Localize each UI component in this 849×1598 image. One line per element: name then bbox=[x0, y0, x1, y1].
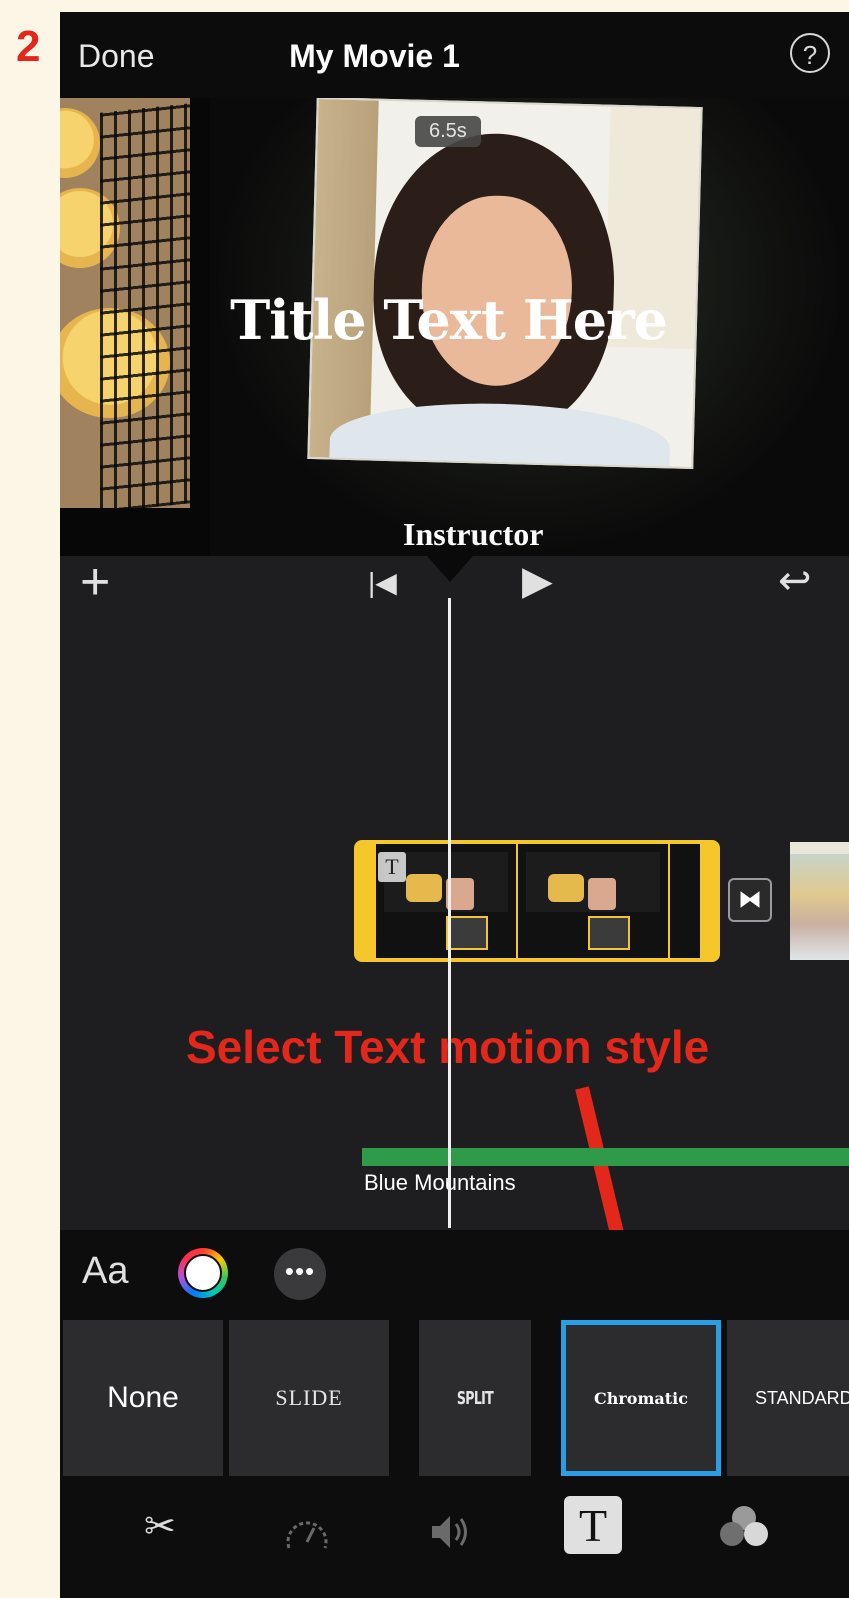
title-overlay-text: Title Text Here bbox=[230, 288, 668, 352]
style-split[interactable]: SPLIT bbox=[419, 1320, 531, 1476]
filter-circle bbox=[744, 1522, 768, 1546]
project-title-text: My Movie 1 bbox=[289, 38, 460, 74]
clip-duration-badge: 6.5s bbox=[415, 116, 481, 147]
playback-controls: + |◀ ▶ ↩ bbox=[60, 548, 849, 628]
text-tools-row: Aa ••• bbox=[60, 1230, 849, 1318]
style-chromatic[interactable]: Chromatic bbox=[561, 1320, 721, 1476]
font-button[interactable]: Aa bbox=[82, 1250, 128, 1293]
thumb-tarts bbox=[406, 874, 442, 902]
playhead-line[interactable] bbox=[448, 598, 451, 1228]
project-title: My Movie 1 bbox=[60, 38, 849, 75]
playhead-pointer bbox=[420, 548, 480, 582]
transition-icon[interactable]: ⧓ bbox=[728, 878, 772, 922]
door-frame bbox=[309, 99, 379, 459]
help-icon[interactable]: ? bbox=[790, 33, 830, 73]
video-preview: 6.5s Title Text Here Instructor bbox=[60, 98, 849, 556]
clip-thumbnail bbox=[518, 844, 668, 958]
clip-thumbnail bbox=[670, 844, 700, 958]
thumb-tarts bbox=[548, 874, 584, 902]
color-picker-icon[interactable] bbox=[178, 1248, 228, 1298]
title-style-picker: None SLIDE SPLIT Chromatic STANDARD bbox=[60, 1318, 849, 1478]
more-options-button[interactable]: ••• bbox=[274, 1248, 326, 1300]
filters-icon[interactable] bbox=[720, 1506, 770, 1550]
imovie-screen: Done My Movie 1 ? 6.5s Title Text Here I… bbox=[60, 12, 849, 1598]
scissors-icon[interactable]: ✂ bbox=[144, 1504, 176, 1549]
top-bar: Done My Movie 1 ? bbox=[60, 12, 849, 98]
bottom-toolbar: ✂ T bbox=[60, 1478, 849, 1598]
step-number: 2 bbox=[16, 22, 41, 71]
next-clip-map[interactable] bbox=[790, 842, 849, 960]
thumb-tv bbox=[588, 916, 630, 950]
filter-circle bbox=[720, 1522, 744, 1546]
play-icon[interactable]: ▶ bbox=[522, 558, 553, 604]
style-none[interactable]: None bbox=[63, 1320, 223, 1476]
thumb-tv bbox=[446, 916, 488, 950]
speedometer-icon[interactable] bbox=[284, 1512, 330, 1552]
undo-icon[interactable]: ↩ bbox=[778, 558, 812, 604]
portrait-photo bbox=[307, 98, 703, 469]
audio-track[interactable] bbox=[362, 1148, 849, 1166]
thumb-portrait bbox=[588, 878, 616, 910]
text-tool-button[interactable]: T bbox=[564, 1496, 622, 1554]
style-slide[interactable]: SLIDE bbox=[229, 1320, 389, 1476]
audio-track-label: Blue Mountains bbox=[364, 1170, 516, 1195]
title-overlay: Title Text Here bbox=[60, 288, 849, 352]
title-clip[interactable]: T bbox=[354, 840, 720, 962]
style-standard[interactable]: STANDARD bbox=[727, 1320, 849, 1476]
title-badge-icon: T bbox=[378, 852, 406, 882]
volume-icon[interactable] bbox=[428, 1512, 474, 1552]
tart-image bbox=[60, 108, 100, 178]
color-swatch bbox=[184, 1254, 222, 1292]
skip-to-start-icon[interactable]: |◀ bbox=[368, 566, 397, 599]
shirt bbox=[328, 399, 671, 469]
plus-icon[interactable]: + bbox=[80, 556, 110, 608]
